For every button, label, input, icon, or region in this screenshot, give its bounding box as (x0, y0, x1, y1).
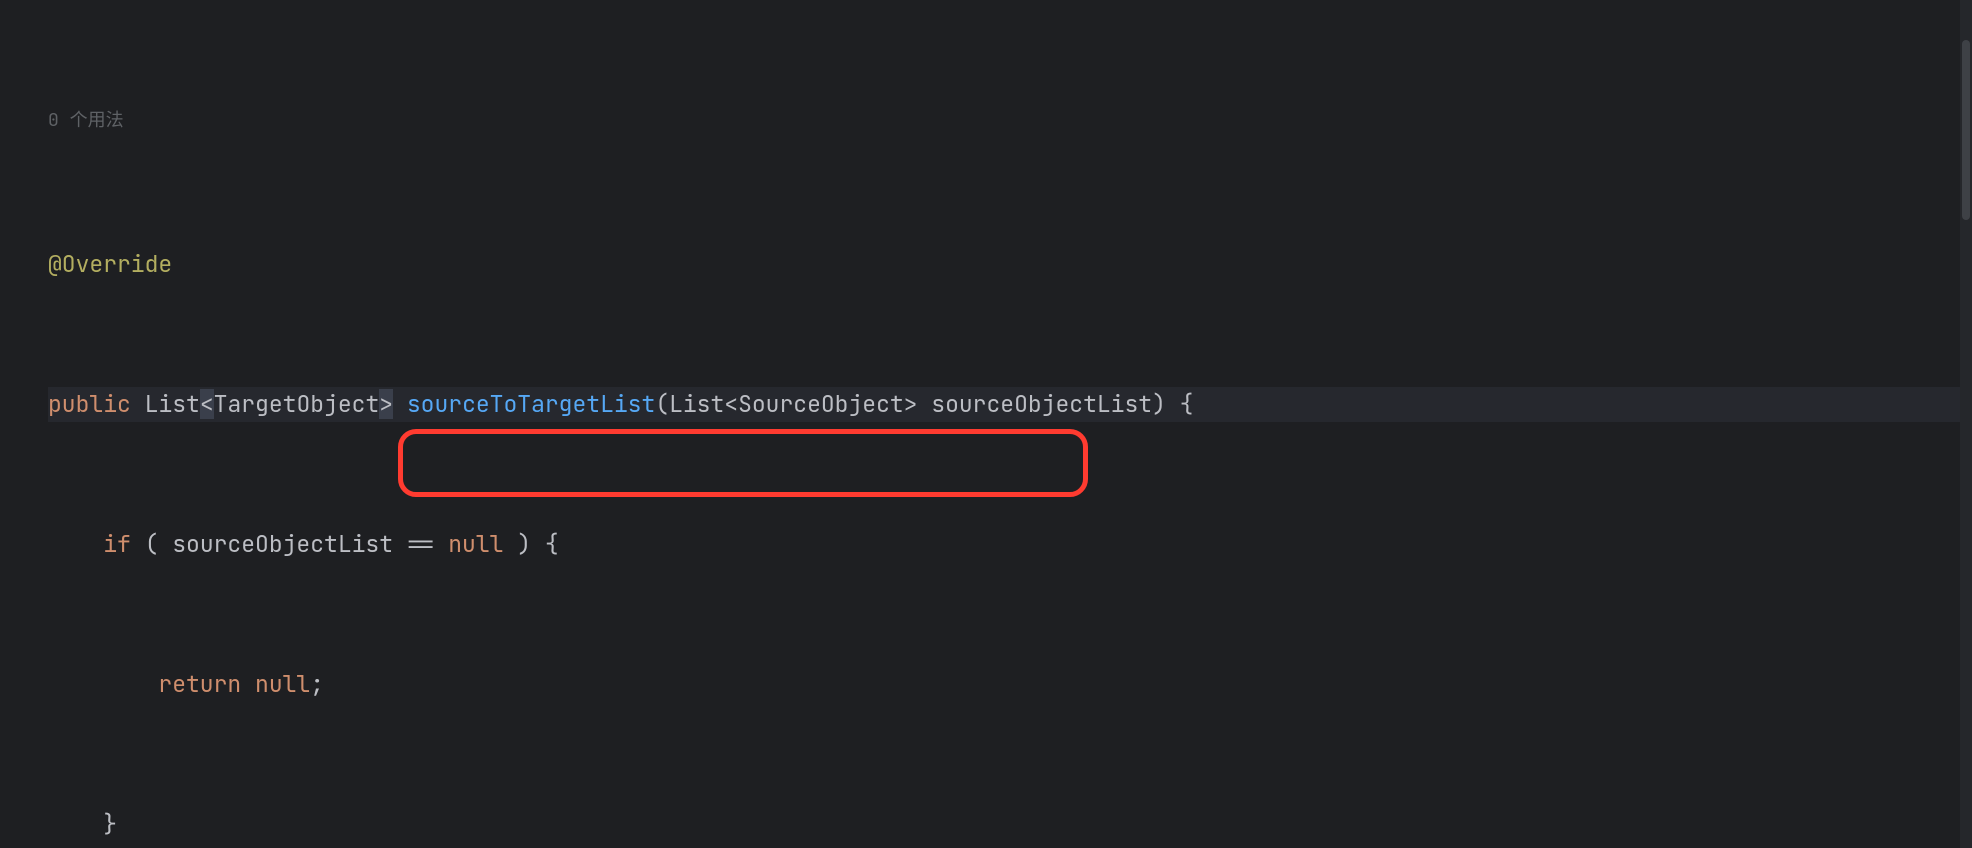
punct-token: ; (310, 669, 324, 699)
punct-token: (List<SourceObject> sourceObjectList) { (655, 389, 1193, 419)
keyword-token: null (448, 529, 503, 559)
scrollbar-thumb[interactable] (1962, 40, 1970, 220)
punct-token: < (200, 389, 214, 419)
keyword-token: return (158, 669, 241, 699)
code-editor[interactable]: 0 个用法 @Override public List<TargetObject… (0, 0, 1972, 848)
keyword-token: public (48, 389, 131, 419)
punct-token: } (103, 809, 117, 839)
code-line[interactable]: @Override (48, 247, 1972, 282)
keyword-token: null (241, 669, 310, 699)
type-token: List (145, 389, 200, 419)
punct-token: ) { (503, 529, 558, 559)
keyword-token: if (103, 529, 131, 559)
code-line[interactable]: public List<TargetObject> sourceToTarget… (48, 387, 1972, 422)
code-line[interactable]: } (48, 807, 1972, 842)
usages-hint: 0 个用法 (48, 109, 124, 132)
punct-token (393, 389, 407, 419)
punct-token: ( sourceObjectList == (131, 529, 448, 559)
editor-scrollbar[interactable] (1960, 0, 1972, 848)
punct-token (131, 389, 145, 419)
method-name-token: sourceToTargetList (407, 389, 655, 419)
code-line[interactable]: return null; (48, 667, 1972, 702)
code-line[interactable]: if ( sourceObjectList == null ) { (48, 527, 1972, 562)
annotation-token: @Override (48, 249, 172, 279)
type-token: TargetObject (214, 389, 380, 419)
punct-token: > (379, 389, 393, 419)
code-line[interactable]: 0 个用法 (48, 107, 1972, 142)
